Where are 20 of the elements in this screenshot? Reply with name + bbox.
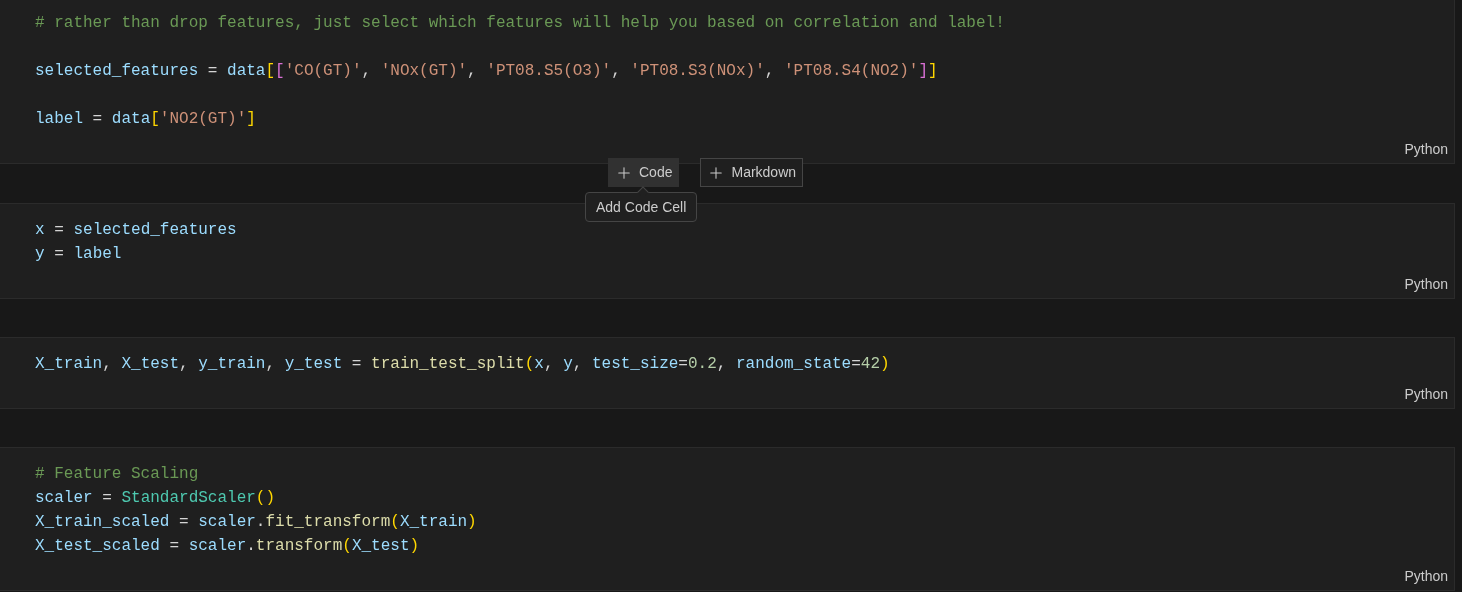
code-line: scaler = StandardScaler()	[35, 488, 276, 509]
language-label[interactable]: Python	[1404, 384, 1448, 404]
code-cell[interactable]: X_train, X_test, y_train, y_test = train_test_split(x, y, test_size=0.2, random_state=42) Python	[0, 337, 1455, 409]
code-cell[interactable]	[0, 0, 1455, 164]
code-line: X_train_scaled = scaler.fit_transform(X_train)	[35, 512, 477, 533]
tooltip: Add Code Cell	[585, 192, 698, 222]
language-label[interactable]: Python	[1404, 274, 1448, 294]
code-line: # Feature Scaling	[35, 464, 199, 485]
code-line: # rather than drop features, just select which features will help you based on correlation and label!	[35, 13, 1005, 34]
code-line: X_test_scaled = scaler.transform(X_test)	[35, 536, 420, 557]
code-line: y = label	[35, 244, 122, 265]
add-cell-button[interactable]: Markdown	[700, 158, 804, 187]
code-line: selected_features = data[['CO(GT)', 'NOx(GT)', 'PT08.S5(O3)', 'PT08.S3(NOx)', 'PT08.S4(NO2)']]	[35, 61, 938, 82]
code-line: label = data['NO2(GT)']	[35, 109, 256, 130]
language-label[interactable]: Python	[1404, 139, 1448, 159]
code-cell[interactable]: # Feature Scaling scaler = StandardScaler() X_train_scaled = scaler.fit_transform(X_train) X_test_scaled = scaler.transform(X_test) Python	[0, 447, 1455, 591]
add-cell-button[interactable]: Code	[608, 158, 680, 187]
code-line: X_train, X_test, y_train, y_test = train_test_split(x, y, test_size=0.2, random_state=42)	[35, 354, 890, 375]
code-line: x = selected_features	[35, 220, 237, 241]
language-label[interactable]: Python	[1404, 566, 1448, 586]
